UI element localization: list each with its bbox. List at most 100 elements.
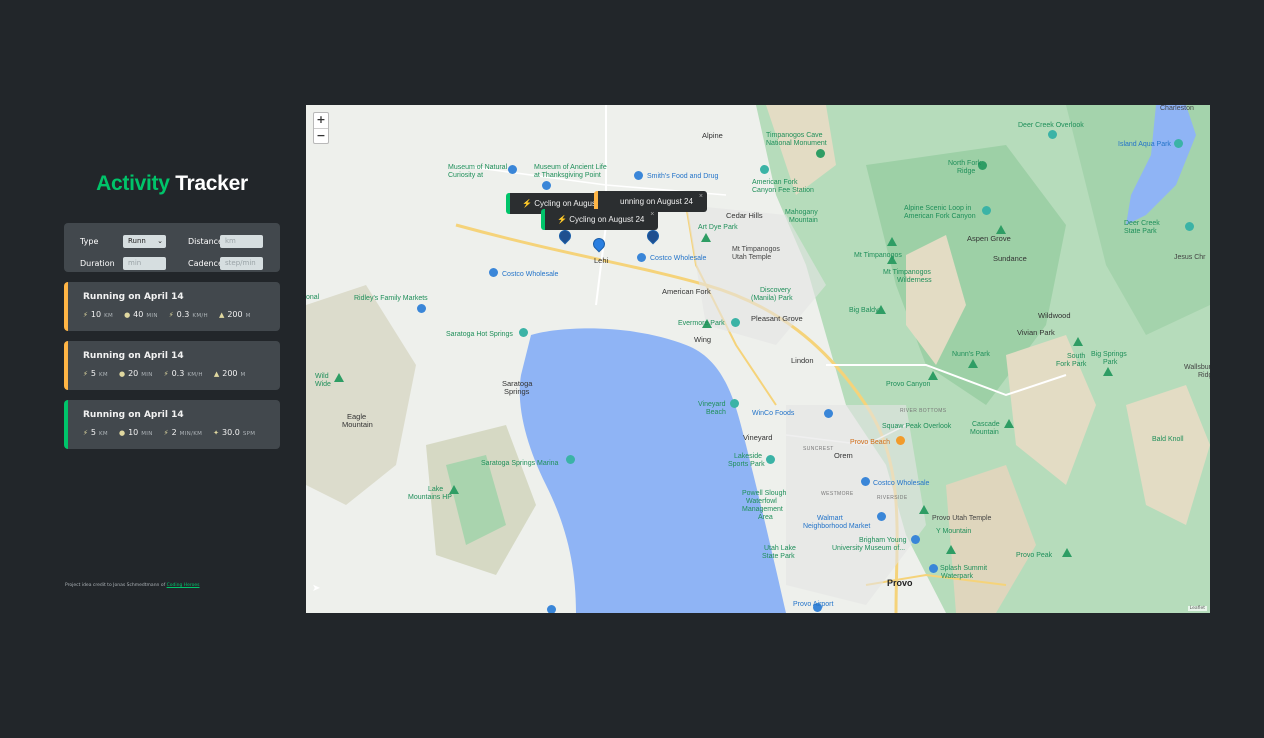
lightning-icon: ⚡	[163, 370, 169, 378]
park-pin-icon[interactable]	[730, 399, 739, 408]
map-label: Museum of Ancient Life	[534, 164, 607, 171]
mountain-peak-icon[interactable]	[996, 225, 1006, 234]
mountain-peak-icon[interactable]	[449, 485, 459, 494]
mountain-peak-icon[interactable]	[919, 505, 929, 514]
map-label: Island Aqua Park	[1118, 141, 1171, 148]
mountain-peak-icon[interactable]	[968, 359, 978, 368]
map-label: American Fork Canyon	[904, 213, 976, 220]
map[interactable]: + − Alpine Timpanogos Cave National Monu…	[306, 105, 1210, 613]
workout-popup[interactable]: ⚡ Cycling on August 24 ×	[541, 209, 659, 230]
workout-card[interactable]: Running on April 14 ⚡ 5 KM ● 20 MIN ⚡ 0.3 KM/H ▲ 20…	[64, 341, 280, 390]
map-label: National Monument	[766, 140, 827, 147]
mountain-peak-icon[interactable]	[701, 233, 711, 242]
zoom-out-button[interactable]: −	[314, 128, 328, 143]
map-label: Wild	[315, 373, 329, 380]
shopping-pin-icon[interactable]	[489, 268, 498, 277]
beach-pin-icon[interactable]	[896, 436, 905, 445]
footprint-icon: ✦	[213, 429, 220, 437]
park-pin-icon[interactable]	[566, 455, 575, 464]
mountain-peak-icon[interactable]	[928, 371, 938, 380]
mountain-peak-icon[interactable]	[946, 545, 956, 554]
map-label: (Manila) Park	[751, 295, 793, 302]
waterpark-pin-icon[interactable]	[929, 564, 938, 573]
map-label: Mt Timpanogos	[883, 269, 931, 276]
close-icon[interactable]: ×	[650, 211, 654, 218]
duration-input[interactable]: min	[123, 256, 166, 270]
map-label: Nunn's Park	[952, 351, 990, 358]
shopping-pin-icon[interactable]	[824, 409, 833, 418]
workout-card[interactable]: Running on April 14 ⚡ 5 KM ● 10 MIN ⚡ 2 MIN/KM ✦ 30…	[64, 400, 280, 449]
workout-detail-unit: M	[240, 372, 246, 378]
workout-detail-value: 30.0	[222, 428, 240, 437]
popup-icon: ⚡	[522, 199, 535, 208]
park-pin-icon[interactable]	[982, 206, 991, 215]
workout-detail: ⚡ 10 KM	[83, 310, 113, 319]
map-label: onal	[306, 294, 320, 301]
type-label: Type	[80, 237, 99, 247]
map-label: Waterfowl	[746, 498, 777, 505]
map-label: Charleston	[1160, 105, 1194, 112]
mountain-peak-icon[interactable]	[1062, 548, 1072, 557]
map-attribution[interactable]: Leaflet	[1187, 606, 1207, 611]
museum-pin-icon[interactable]	[508, 165, 517, 174]
chevron-down-icon: ⌄	[157, 237, 163, 246]
mountain-peak-icon[interactable]	[887, 237, 897, 246]
workout-detail: ✦ 30.0 SPM	[213, 428, 255, 437]
logo-word-tracker: Tracker	[175, 172, 248, 195]
park-pin-icon[interactable]	[760, 165, 769, 174]
map-label: Powell Slough	[742, 490, 787, 497]
map-label: Timpanogos Cave	[766, 132, 823, 139]
credit-link[interactable]: Coding Heroes	[167, 583, 200, 588]
map-label: WESTMORE	[821, 491, 854, 497]
workout-detail-value: 40	[133, 310, 144, 319]
museum-pin-icon[interactable]	[911, 535, 920, 544]
shopping-pin-icon[interactable]	[637, 253, 646, 262]
map-label: Big Springs	[1091, 351, 1127, 358]
close-icon[interactable]: ×	[699, 193, 703, 200]
shopping-pin-icon[interactable]	[417, 304, 426, 313]
viewpoint-pin-icon[interactable]	[1048, 130, 1057, 139]
museum-pin-icon[interactable]	[542, 181, 551, 190]
mountain-peak-icon[interactable]	[334, 373, 344, 382]
map-label: Wide	[315, 381, 331, 388]
map-label: Mountain	[789, 217, 818, 224]
map-label: RIVERSIDE	[877, 495, 908, 501]
distance-input[interactable]: km	[220, 235, 263, 249]
map-label: Costco Wholesale	[873, 480, 930, 487]
shopping-pin-icon[interactable]	[634, 171, 643, 180]
map-label: State Park	[762, 553, 795, 560]
cadence-input[interactable]: step/min	[220, 256, 263, 270]
stopwatch-icon: ●	[118, 429, 126, 437]
workout-detail-unit: MIN	[141, 372, 153, 378]
shopping-pin-icon[interactable]	[861, 477, 870, 486]
park-pin-icon[interactable]	[519, 328, 528, 337]
map-label: SUNCREST	[803, 446, 834, 452]
popup-icon: ⚡	[557, 215, 570, 224]
park-pin-icon[interactable]	[731, 318, 740, 327]
workout-detail-unit: KM	[99, 431, 108, 437]
map-label: Aspen Grove	[967, 234, 1011, 243]
type-select[interactable]: Runn ⌄	[123, 235, 166, 249]
marina-pin-icon[interactable]	[547, 605, 556, 613]
workout-detail-unit: SPM	[242, 431, 256, 437]
mountain-peak-icon[interactable]	[1103, 367, 1113, 376]
workout-details: ⚡ 5 KM ● 10 MIN ⚡ 2 MIN/KM ✦ 30.0 SPM	[83, 428, 280, 437]
park-pin-icon[interactable]	[766, 455, 775, 464]
shopping-pin-icon[interactable]	[877, 512, 886, 521]
map-label: Ridge	[957, 168, 976, 175]
zoom-in-button[interactable]: +	[314, 113, 328, 128]
lightning-icon: ⚡	[168, 311, 174, 319]
workout-detail-unit: KM/H	[192, 313, 208, 319]
map-label: at Thanksgiving Point	[534, 172, 601, 179]
mountain-peak-icon[interactable]	[1004, 419, 1014, 428]
map-label: Wallsbur	[1184, 364, 1210, 371]
workout-form: Type Runn ⌄ Distance km Duration min Cad…	[64, 223, 280, 272]
map-label: Evermore Park	[678, 320, 725, 327]
workout-card[interactable]: Running on April 14 ⚡ 10 KM ● 40 MIN ⚡ 0.3 KM/H ▲ 2…	[64, 282, 280, 331]
logo-word-activity: Activity	[96, 172, 170, 195]
mountain-peak-icon[interactable]	[1073, 337, 1083, 346]
park-pin-icon[interactable]	[1174, 139, 1183, 148]
map-label: Area	[758, 514, 773, 521]
monument-pin-icon[interactable]	[816, 149, 825, 158]
park-pin-icon[interactable]	[1185, 222, 1194, 231]
